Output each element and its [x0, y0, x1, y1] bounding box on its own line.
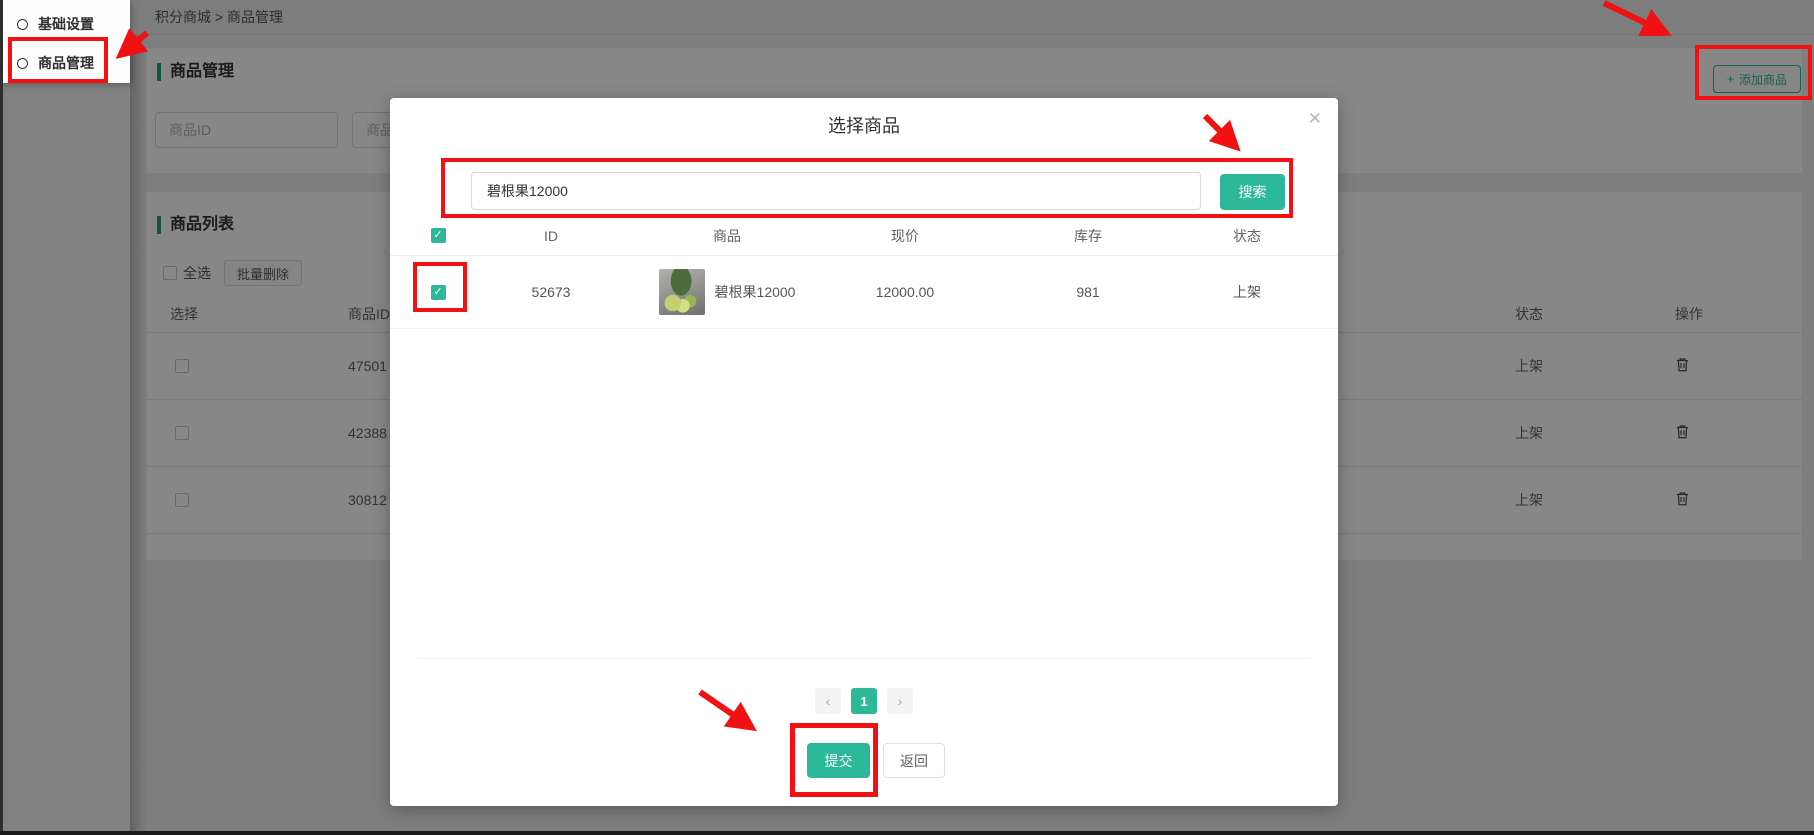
sidebar-item-label: 商品管理 — [38, 53, 94, 73]
modal-header-price: 现价 — [818, 226, 992, 246]
sidebar-item-basic-settings[interactable]: 基础设置 — [0, 9, 130, 39]
sidebar-item-product-manage[interactable]: 商品管理 — [0, 48, 130, 78]
back-button[interactable]: 返回 — [883, 743, 945, 778]
pagination-page-1[interactable]: 1 — [851, 688, 877, 714]
modal-header-status: 状态 — [1184, 226, 1310, 246]
pagination: ‹ 1 › — [390, 688, 1338, 714]
modal-search-input[interactable] — [471, 172, 1201, 210]
modal-header-stock: 库存 — [992, 226, 1184, 246]
modal-row-price: 12000.00 — [818, 284, 992, 300]
modal-title: 选择商品 — [390, 112, 1338, 138]
modal-header-id: ID — [466, 228, 636, 244]
close-icon[interactable]: ✕ — [1308, 110, 1322, 127]
pagination-next-button[interactable]: › — [887, 688, 913, 714]
select-product-modal: 选择商品 ✕ 搜索 ID 商品 现价 库存 状态 52673 碧根果12000 … — [390, 98, 1338, 806]
modal-row-name: 碧根果12000 — [715, 282, 796, 302]
sidebar-menu: 基础设置 商品管理 — [0, 0, 130, 83]
product-image — [659, 269, 705, 315]
sidebar-item-label: 基础设置 — [38, 14, 94, 34]
window-left-edge — [0, 0, 3, 835]
modal-search-button[interactable]: 搜索 — [1220, 174, 1285, 210]
modal-row-stock: 981 — [992, 284, 1184, 300]
pagination-prev-button[interactable]: ‹ — [815, 688, 841, 714]
header-checkbox-checked[interactable] — [431, 228, 446, 243]
modal-row-status: 上架 — [1184, 282, 1310, 302]
radio-circle-icon — [17, 58, 28, 69]
footer-divider — [418, 658, 1310, 659]
modal-header-product: 商品 — [636, 226, 818, 246]
modal-table-header: ID 商品 现价 库存 状态 — [390, 216, 1338, 256]
window-bottom-edge — [0, 831, 1814, 835]
radio-circle-icon — [17, 19, 28, 30]
submit-button[interactable]: 提交 — [807, 743, 870, 778]
modal-row-id: 52673 — [466, 284, 636, 300]
modal-table-row: 52673 碧根果12000 12000.00 981 上架 — [390, 256, 1338, 329]
row-checkbox-checked[interactable] — [431, 285, 446, 300]
